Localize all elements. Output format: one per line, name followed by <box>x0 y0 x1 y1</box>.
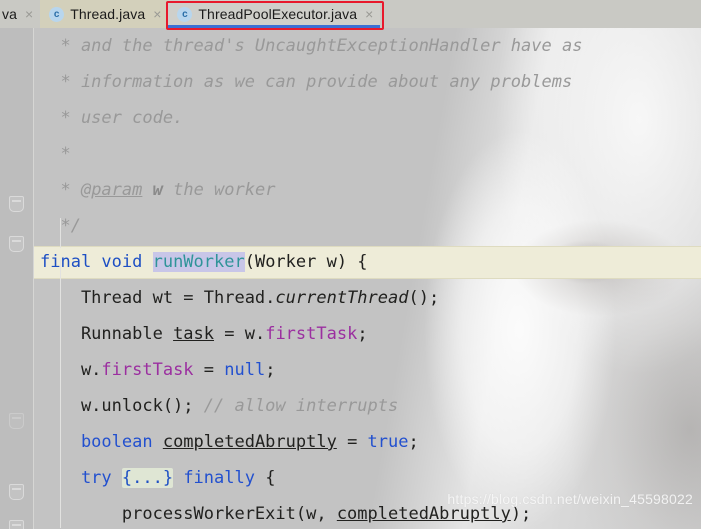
code-token: boolean <box>40 432 163 452</box>
code-token: the worker <box>162 180 276 200</box>
code-token: ); <box>510 504 532 524</box>
code-line: */ <box>40 208 81 244</box>
code-token: completedAbruptly <box>162 432 337 452</box>
code-token: * <box>40 144 71 164</box>
code-token: {...} <box>121 468 174 488</box>
editor-tab-2[interactable]: c ThreadPoolExecutor.java × <box>168 0 381 28</box>
java-class-icon: c <box>177 6 193 22</box>
code-line: try {...} finally { <box>40 460 275 496</box>
code-token: w.unlock(); <box>40 396 204 416</box>
code-token: firstTask <box>101 360 194 380</box>
editor-tab-1[interactable]: c Thread.java × <box>40 0 169 28</box>
code-line: final void runWorker(Worker w) { <box>40 244 368 280</box>
code-token: * <box>40 180 81 200</box>
code-token: ; <box>408 432 419 452</box>
code-line: * and the thread's UncaughtExceptionHand… <box>40 28 582 64</box>
code-text-area[interactable]: * and the thread's UncaughtExceptionHand… <box>0 28 701 529</box>
code-token: w. <box>40 360 102 380</box>
editor-tab-bar: va × c Thread.java × c ThreadPoolExecutor.java… <box>0 0 701 28</box>
code-token: finally <box>173 468 255 488</box>
code-line: * information as we can provide about an… <box>40 64 572 100</box>
editor-tab-label: Thread.java <box>70 6 146 22</box>
code-token: // allow interrupts <box>203 396 399 416</box>
code-token: null <box>224 360 266 380</box>
close-icon[interactable]: × <box>23 7 33 21</box>
code-token: runWorker <box>152 252 245 272</box>
editor-window: va × c Thread.java × c ThreadPoolExecutor.java… <box>0 0 701 529</box>
code-line: * user code. <box>40 100 183 136</box>
code-line: w.firstTask = null; <box>40 352 276 388</box>
code-token: * user code. <box>40 108 184 128</box>
code-token: final void <box>40 252 153 272</box>
code-token: = w. <box>214 324 266 344</box>
code-token: = <box>193 360 225 380</box>
code-editor[interactable]: * and the thread's UncaughtExceptionHand… <box>0 28 701 529</box>
code-line: Thread wt = Thread.currentThread(); <box>40 280 439 316</box>
code-token: completedAbruptly <box>336 504 511 524</box>
code-token: w <box>152 180 163 200</box>
code-token: true <box>367 432 409 452</box>
code-token: firstTask <box>265 324 358 344</box>
code-line: boolean completedAbruptly = true; <box>40 424 419 460</box>
editor-tab-0[interactable]: va × <box>0 0 41 28</box>
code-token: { <box>254 468 276 488</box>
close-icon[interactable]: × <box>151 7 161 21</box>
code-line: * <box>40 136 71 172</box>
java-class-icon: c <box>49 6 65 22</box>
editor-tab-label: ThreadPoolExecutor.java <box>198 6 358 22</box>
code-token: currentThread <box>275 288 409 308</box>
code-token: */ <box>40 216 81 236</box>
code-token: @param <box>80 180 143 200</box>
code-token: Thread wt = Thread. <box>40 288 276 308</box>
code-token: processWorkerExit(w, <box>40 504 337 524</box>
code-line: w.unlock(); // allow interrupts <box>40 388 398 424</box>
code-token: (Worker w) { <box>244 252 368 272</box>
code-token: (); <box>408 288 440 308</box>
close-icon[interactable]: × <box>363 7 373 21</box>
code-line: processWorkerExit(w, completedAbruptly); <box>40 496 531 529</box>
code-token: * and the thread's UncaughtExceptionHand… <box>40 36 583 56</box>
code-token: task <box>173 324 215 344</box>
code-token: * information as we can provide about an… <box>40 72 573 92</box>
code-line: * @param w the worker <box>40 172 275 208</box>
code-token: = <box>336 432 368 452</box>
editor-tab-label: va <box>2 6 17 22</box>
code-token: ; <box>357 324 368 344</box>
code-line: Runnable task = w.firstTask; <box>40 316 368 352</box>
code-token: try <box>40 468 122 488</box>
code-token: ; <box>265 360 276 380</box>
code-token: Runnable <box>40 324 174 344</box>
